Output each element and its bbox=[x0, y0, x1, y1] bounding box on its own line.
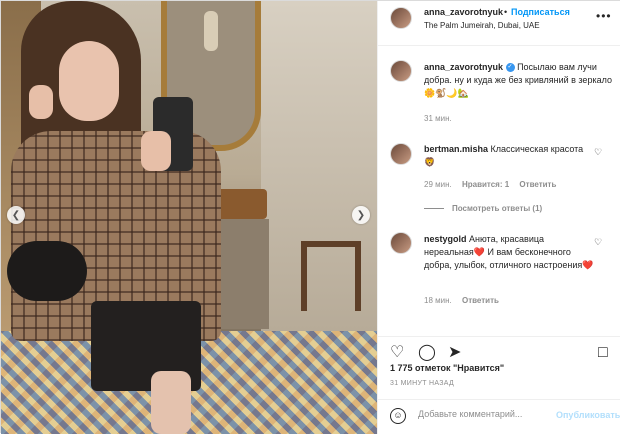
comment-time[interactable]: 18 мин. bbox=[424, 296, 452, 305]
list-item: bertman.misha Классическая красота 🦁 bbox=[424, 143, 594, 169]
list-item: nestygold Анюта, красавица нереальная❤️ … bbox=[424, 233, 594, 272]
previous-photo-button[interactable]: ❮ bbox=[7, 206, 25, 224]
avatar[interactable] bbox=[390, 232, 412, 254]
location-link[interactable]: The Palm Jumeirah, Dubai, UAE bbox=[424, 21, 540, 30]
post-header: anna_zavorotnyuk • Подписаться The Palm … bbox=[378, 1, 620, 46]
avatar[interactable] bbox=[390, 7, 412, 29]
share-icon[interactable]: ➤ bbox=[448, 345, 461, 361]
action-bar: ♡ ◯ ➤ □ bbox=[378, 336, 620, 366]
photo-figure bbox=[151, 371, 191, 434]
comment-username[interactable]: nestygold bbox=[424, 234, 467, 244]
post-photo[interactable]: ❮ ❯ bbox=[1, 1, 377, 434]
verified-icon: ✓ bbox=[505, 63, 515, 73]
add-comment-bar: ☺ Опубликовать bbox=[378, 399, 620, 434]
header-username[interactable]: anna_zavorotnyuk bbox=[424, 7, 503, 17]
comment-time[interactable]: 29 мин. bbox=[424, 180, 452, 189]
bookmark-icon[interactable]: □ bbox=[598, 345, 608, 361]
comment-likes[interactable]: Нравится: 1 bbox=[462, 180, 509, 189]
emoji-icon[interactable]: ☺ bbox=[390, 408, 406, 424]
posted-time[interactable]: 31 МИНУТ НАЗАД bbox=[390, 380, 454, 387]
reply-button[interactable]: Ответить bbox=[519, 180, 556, 189]
view-replies-button[interactable]: Посмотреть ответы (1) bbox=[424, 204, 542, 213]
comment-meta: 18 мин. Ответить bbox=[424, 296, 507, 305]
chevron-right-icon: ❯ bbox=[356, 209, 366, 221]
photo-background bbox=[204, 11, 218, 51]
view-replies-label: Посмотреть ответы (1) bbox=[452, 204, 543, 213]
photo-figure bbox=[59, 41, 119, 121]
photo-background bbox=[301, 241, 361, 311]
heart-icon[interactable]: ♡ bbox=[594, 147, 602, 158]
instagram-post: ❮ ❯ anna_zavorotnyuk • Подписаться The P… bbox=[0, 0, 620, 434]
chevron-left-icon: ❮ bbox=[11, 209, 21, 221]
comment-input[interactable] bbox=[418, 409, 548, 419]
caption-time[interactable]: 31 мин. bbox=[424, 114, 452, 123]
comments-list[interactable]: anna_zavorotnyuk ✓ Посылаю вам лучи добр… bbox=[378, 46, 620, 336]
likes-count[interactable]: 1 775 отметок "Нравится" bbox=[390, 363, 504, 373]
comment-username[interactable]: bertman.misha bbox=[424, 144, 488, 154]
photo-figure bbox=[7, 241, 87, 301]
publish-button[interactable]: Опубликовать bbox=[556, 410, 620, 420]
caption-username[interactable]: anna_zavorotnyuk bbox=[424, 62, 503, 72]
separator-dot: • bbox=[504, 7, 508, 17]
caption: anna_zavorotnyuk ✓ Посылаю вам лучи добр… bbox=[424, 61, 614, 100]
post-sidebar: anna_zavorotnyuk • Подписаться The Palm … bbox=[377, 1, 620, 434]
follow-button[interactable]: Подписаться bbox=[511, 7, 570, 17]
avatar[interactable] bbox=[390, 143, 412, 165]
photo-figure bbox=[141, 131, 171, 171]
heart-icon[interactable]: ♡ bbox=[390, 345, 404, 361]
heart-icon[interactable]: ♡ bbox=[594, 237, 602, 248]
avatar[interactable] bbox=[390, 60, 412, 82]
comment-meta: 29 мин. Нравится: 1 Ответить bbox=[424, 180, 564, 189]
next-photo-button[interactable]: ❯ bbox=[352, 206, 370, 224]
divider bbox=[424, 208, 444, 210]
more-icon[interactable]: ••• bbox=[596, 9, 612, 23]
comment-icon[interactable]: ◯ bbox=[418, 345, 436, 361]
photo-figure bbox=[29, 85, 53, 119]
reply-button[interactable]: Ответить bbox=[462, 296, 499, 305]
